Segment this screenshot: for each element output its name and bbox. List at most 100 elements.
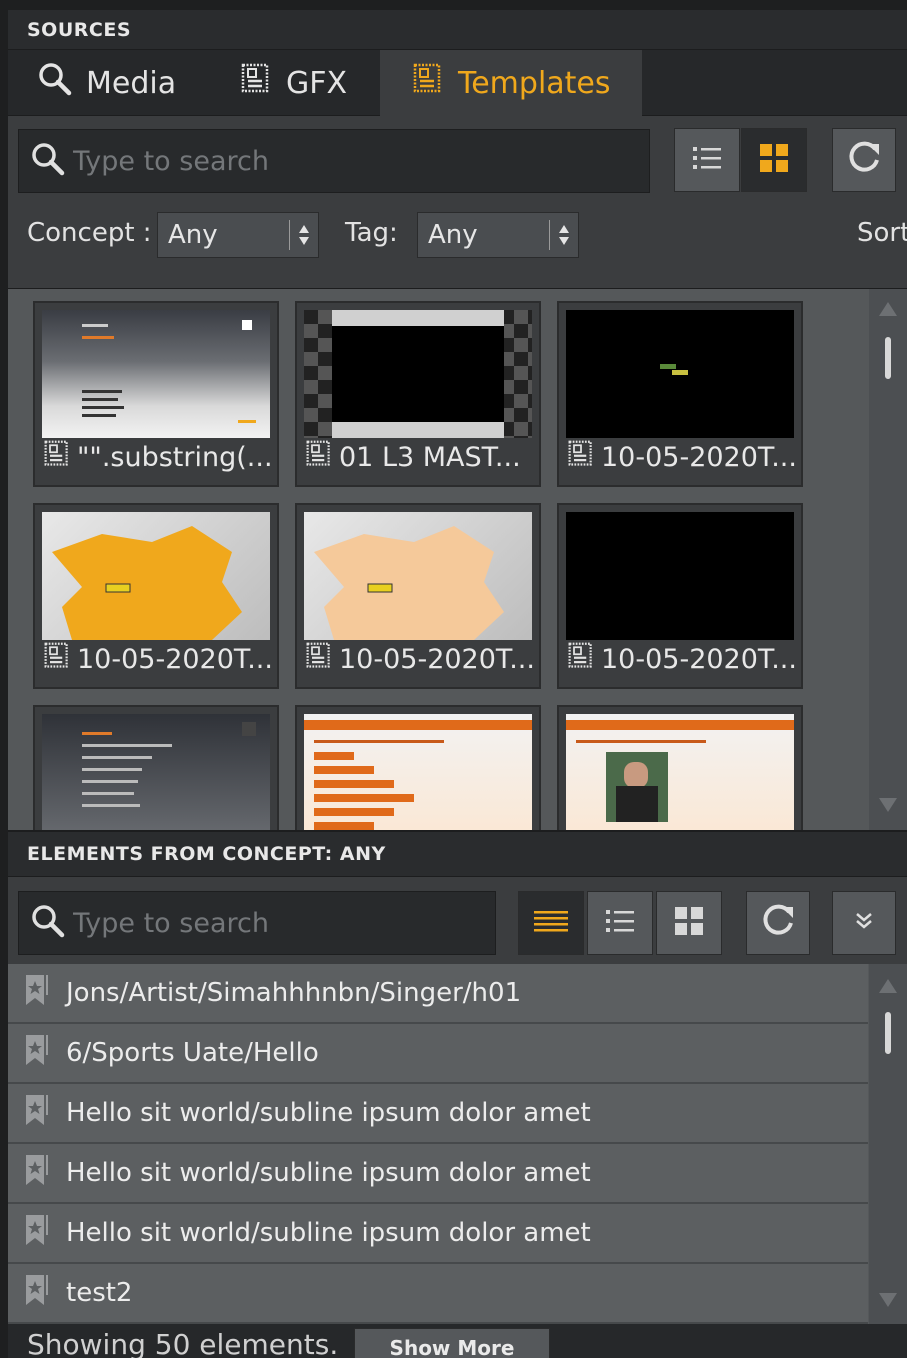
template-card[interactable] — [557, 705, 803, 830]
template-card[interactable]: 10-05-2020T... — [33, 503, 279, 689]
concept-select[interactable]: Any — [157, 212, 319, 258]
chevron-double-down-icon — [852, 909, 876, 937]
tag-label: Tag: — [345, 218, 398, 248]
template-icon — [567, 642, 595, 677]
template-name: 10-05-2020T... — [601, 442, 797, 473]
template-caption: 10-05-2020T... — [305, 642, 535, 677]
template-icon — [43, 440, 71, 475]
compact-list-button[interactable] — [518, 891, 584, 955]
sources-search-input[interactable] — [73, 145, 633, 177]
refresh-button[interactable] — [746, 891, 810, 955]
list-item[interactable]: Jons/Artist/Simahhhnbn/Singer/h01 — [8, 964, 868, 1024]
template-thumbnail — [304, 310, 532, 438]
scroll-down-icon[interactable] — [878, 1292, 898, 1312]
templates-scrollbar[interactable] — [869, 289, 907, 830]
template-thumbnail — [42, 512, 270, 640]
concept-label: Concept : — [27, 218, 152, 248]
list-view-button[interactable] — [587, 891, 653, 955]
template-thumbnail — [304, 512, 532, 640]
search-icon — [31, 904, 65, 942]
template-card[interactable]: "".substring(... — [33, 301, 279, 487]
select-arrows-icon — [289, 220, 310, 250]
refresh-icon — [760, 903, 796, 943]
bookmark-icon — [24, 1093, 52, 1134]
list-item-label: 6/Sports Uate/Hello — [66, 1038, 319, 1068]
search-icon — [31, 142, 65, 180]
show-more-button[interactable]: Show More — [354, 1328, 550, 1358]
tag-select[interactable]: Any — [417, 212, 579, 258]
template-icon — [412, 63, 444, 103]
sources-toolbar: Concept : Any Tag: Any Sort — [8, 116, 907, 288]
template-caption: "".substring(... — [43, 440, 273, 475]
list-view-button[interactable] — [674, 128, 740, 192]
tab-gfx[interactable]: GFX — [204, 50, 380, 116]
elements-list: Jons/Artist/Simahhhnbn/Singer/h01 6/Spor… — [8, 964, 907, 1324]
template-caption: 10-05-2020T... — [43, 642, 273, 677]
grid-view-button[interactable] — [741, 128, 807, 192]
template-caption: 10-05-2020T... — [567, 440, 797, 475]
template-name: 10-05-2020T... — [77, 644, 273, 675]
template-thumbnail — [304, 714, 532, 830]
gfx-icon — [240, 63, 272, 103]
select-arrows-icon — [549, 220, 570, 250]
elements-footer: Showing 50 elements. Show More — [8, 1324, 907, 1358]
template-card[interactable]: 10-05-2020T... — [557, 301, 803, 487]
tab-templates-label: Templates — [458, 65, 611, 101]
scroll-thumb[interactable] — [885, 337, 891, 379]
sort-label[interactable]: Sort — [857, 218, 907, 248]
templates-grid: "".substring(... 01 L3 MAST... 10-05-202… — [8, 288, 907, 830]
template-card[interactable]: 10-05-2020T... — [557, 503, 803, 689]
tab-media-label: Media — [86, 65, 177, 101]
bookmark-icon — [24, 1273, 52, 1314]
template-icon — [305, 642, 333, 677]
scroll-up-icon[interactable] — [878, 301, 898, 321]
tab-media[interactable]: Media — [8, 50, 204, 116]
template-name: 10-05-2020T... — [601, 644, 797, 675]
template-icon — [43, 642, 71, 677]
elements-scrollbar[interactable] — [869, 964, 907, 1324]
template-name: 01 L3 MAST... — [339, 442, 521, 473]
list-item[interactable]: Hello sit world/subline ipsum dolor amet — [8, 1084, 868, 1144]
list-icon — [604, 907, 636, 939]
elements-search-input[interactable] — [73, 907, 473, 939]
template-thumbnail — [42, 714, 270, 830]
refresh-icon — [846, 140, 882, 180]
template-name: "".substring(... — [77, 442, 273, 473]
template-icon — [305, 440, 333, 475]
search-icon — [38, 62, 72, 104]
sources-panel: SOURCES Media GFX Templates Type to sear… — [8, 10, 907, 1358]
sources-header: SOURCES — [8, 10, 907, 50]
elements-search-box[interactable] — [18, 891, 496, 955]
sources-search-box[interactable] — [18, 129, 650, 193]
template-thumbnail — [566, 714, 794, 830]
template-card[interactable] — [33, 705, 279, 830]
list-item[interactable]: 6/Sports Uate/Hello — [8, 1024, 868, 1084]
template-name: 10-05-2020T... — [339, 644, 535, 675]
template-card[interactable]: 10-05-2020T... — [295, 503, 541, 689]
list-item-label: Hello sit world/subline ipsum dolor amet — [66, 1158, 591, 1188]
grid-icon — [758, 142, 790, 178]
bookmark-icon — [24, 973, 52, 1014]
collapse-button[interactable] — [832, 891, 896, 955]
elements-header: ELEMENTS FROM CONCEPT: ANY — [8, 830, 907, 876]
template-card[interactable]: 01 L3 MAST... — [295, 301, 541, 487]
list-item[interactable]: Hello sit world/subline ipsum dolor amet — [8, 1204, 868, 1264]
list-item[interactable]: test2 — [8, 1264, 868, 1324]
concept-value: Any — [168, 220, 218, 250]
template-icon — [567, 440, 595, 475]
template-thumbnail — [566, 512, 794, 640]
bookmark-icon — [24, 1213, 52, 1254]
compact-list-icon — [534, 909, 568, 937]
template-card[interactable] — [295, 705, 541, 830]
list-item-label: Hello sit world/subline ipsum dolor amet — [66, 1218, 591, 1248]
list-item[interactable]: Hello sit world/subline ipsum dolor amet — [8, 1144, 868, 1204]
bookmark-icon — [24, 1153, 52, 1194]
scroll-down-icon[interactable] — [878, 797, 898, 817]
grid-icon — [673, 905, 705, 941]
scroll-up-icon[interactable] — [878, 978, 898, 998]
template-caption: 01 L3 MAST... — [305, 440, 521, 475]
grid-view-button[interactable] — [656, 891, 722, 955]
scroll-thumb[interactable] — [885, 1012, 891, 1054]
tab-templates[interactable]: Templates — [380, 50, 642, 116]
refresh-button[interactable] — [832, 128, 896, 192]
